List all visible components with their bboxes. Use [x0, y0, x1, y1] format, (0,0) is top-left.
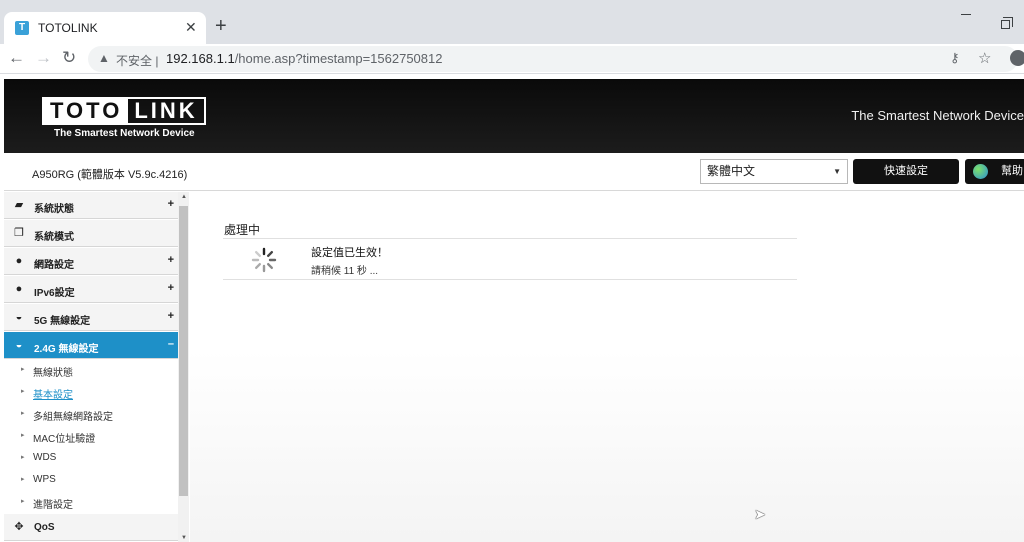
- submenu-multi-ssid[interactable]: ▸ 多組無線網路設定: [4, 403, 178, 425]
- expand-icon: +: [167, 282, 174, 294]
- sidebar-scrollbar[interactable]: ▲ ▼: [178, 192, 189, 542]
- globe-icon: [973, 164, 988, 179]
- sidebar-item-label: 網路設定: [34, 260, 74, 271]
- main-content: 處理中 設定值已生效！ 請稍候 11 秒 ...: [190, 192, 1024, 542]
- submenu-label: WDS: [33, 452, 57, 463]
- processing-message: 設定值已生效！: [311, 247, 388, 259]
- logo-tagline: The Smartest Network Device: [54, 128, 195, 139]
- scroll-up-icon[interactable]: ▲: [181, 194, 187, 200]
- sidebar-item-label: 2.4G 無線設定: [34, 344, 99, 355]
- totolink-logo: TOTO LINK The Smartest Network Device: [42, 97, 206, 139]
- submenu-label: 多組無線網路設定: [33, 412, 113, 423]
- sidebar-item-system-status[interactable]: ▰ 系統狀態 +: [4, 192, 178, 219]
- star-icon[interactable]: ☆: [978, 49, 991, 67]
- forward-arrow-icon[interactable]: →: [35, 49, 52, 67]
- browser-tabstrip: T TOTOLINK ✕ +: [0, 0, 1024, 44]
- language-value: 繁體中文: [707, 164, 756, 178]
- profile-icon[interactable]: [1010, 50, 1024, 66]
- info-bar: A950RG (範體版本 V5.9c.4216) 繁體中文 ▼ 快速設定 幫助: [4, 153, 1024, 191]
- sidebar-item-label: 5G 無線設定: [34, 316, 91, 327]
- qos-icon: ✥: [14, 521, 24, 533]
- countdown-text: 請稍候 11 秒 ...: [311, 266, 379, 277]
- submenu-label: 無線狀態: [33, 368, 73, 379]
- sidebar-item-system-mode[interactable]: ❐ 系統模式: [4, 220, 178, 247]
- loading-spinner-icon: [251, 247, 277, 273]
- globe-icon: ●: [15, 255, 23, 267]
- restore-window-icon[interactable]: [1001, 17, 1013, 29]
- sidebar-item-qos[interactable]: ✥ QoS: [4, 514, 178, 541]
- chevron-down-icon: ▼: [833, 167, 841, 176]
- submenu-wds[interactable]: ▸ WDS: [4, 447, 178, 469]
- sidebar: ▰ 系統狀態 + ❐ 系統模式 ● 網路設定 + ● IPv6設定 + ◒ 5G…: [4, 192, 178, 542]
- bullet-icon: ▸: [21, 476, 25, 483]
- submenu-mac-filter[interactable]: ▸ MAC位址驗證: [4, 425, 178, 447]
- tab-title: TOTOLINK: [38, 21, 98, 35]
- submenu-advanced[interactable]: ▸ 進階設定: [4, 491, 178, 513]
- mouse-cursor-icon: ➤: [754, 506, 766, 522]
- processing-box: 設定值已生效！ 請稍候 11 秒 ...: [223, 238, 797, 280]
- bullet-icon: ▸: [21, 498, 25, 505]
- submenu-label: 基本設定: [33, 390, 73, 401]
- model-version: A950RG (範體版本 V5.9c.4216): [32, 169, 188, 181]
- new-tab-button[interactable]: +: [215, 16, 227, 36]
- submenu-label: 進階設定: [33, 500, 73, 511]
- page-header: TOTO LINK The Smartest Network Device Th…: [4, 79, 1024, 153]
- reload-icon[interactable]: ↻: [62, 49, 76, 67]
- help-label: 幫助: [1001, 165, 1023, 177]
- chat-icon: ▰: [14, 199, 24, 211]
- warning-icon[interactable]: ▲: [98, 51, 110, 65]
- expand-icon: +: [167, 198, 174, 210]
- header-slogan: The Smartest Network Device: [851, 108, 1024, 123]
- address-bar[interactable]: ▲ 不安全 | 192.168.1.1/home.asp?timestamp=1…: [88, 46, 1018, 72]
- expand-icon: +: [167, 310, 174, 322]
- processing-title: 處理中: [224, 223, 261, 237]
- sidebar-item-2-4g-wireless[interactable]: ◒ 2.4G 無線設定 –: [4, 332, 178, 359]
- wifi-icon: ◒: [15, 311, 23, 323]
- collapse-icon: –: [167, 338, 174, 350]
- totolink-favicon-icon: T: [15, 21, 29, 35]
- browser-tab[interactable]: T TOTOLINK ✕: [4, 12, 206, 44]
- sidebar-item-label: 系統模式: [34, 232, 74, 243]
- sidebar-item-ipv6[interactable]: ● IPv6設定 +: [4, 276, 178, 303]
- submenu-wireless-status[interactable]: ▸ 無線狀態: [4, 359, 178, 381]
- windows-icon: ❐: [14, 227, 24, 239]
- back-arrow-icon[interactable]: ←: [8, 49, 25, 67]
- submenu-label: WPS: [33, 474, 56, 485]
- scrollbar-thumb[interactable]: [179, 206, 188, 496]
- language-select[interactable]: 繁體中文 ▼: [700, 159, 848, 184]
- sidebar-item-5g-wireless[interactable]: ◒ 5G 無線設定 +: [4, 304, 178, 331]
- sidebar-item-label: QoS: [34, 522, 55, 533]
- bullet-icon: ▸: [21, 410, 25, 417]
- quick-setup-button[interactable]: 快速設定: [853, 159, 959, 184]
- browser-toolbar: ← → ↻ ▲ 不安全 | 192.168.1.1/home.asp?times…: [0, 44, 1024, 74]
- submenu-basic-settings[interactable]: ▸ 基本設定: [4, 381, 178, 403]
- insecure-label: 不安全 |: [116, 54, 159, 68]
- ipv6-icon: ●: [15, 283, 23, 295]
- sidebar-item-label: IPv6設定: [34, 288, 75, 299]
- close-icon[interactable]: ✕: [185, 19, 197, 36]
- help-button[interactable]: 幫助: [965, 159, 1024, 184]
- submenu-wps[interactable]: ▸ WPS: [4, 469, 178, 491]
- scroll-down-icon[interactable]: ▼: [181, 535, 187, 541]
- bullet-icon: ▸: [21, 454, 25, 461]
- logo-link: LINK: [134, 98, 198, 123]
- bullet-icon: ▸: [21, 432, 25, 439]
- wifi-icon: ◒: [15, 339, 23, 351]
- bullet-icon: ▸: [21, 366, 25, 373]
- sidebar-item-label: 系統狀態: [34, 204, 74, 215]
- expand-icon: +: [167, 254, 174, 266]
- logo-toto: TOTO: [44, 99, 129, 123]
- sidebar-item-network[interactable]: ● 網路設定 +: [4, 248, 178, 275]
- router-page: TOTO LINK The Smartest Network Device Th…: [4, 79, 1024, 542]
- key-icon[interactable]: ⚷: [950, 50, 960, 66]
- submenu-label: MAC位址驗證: [33, 434, 96, 445]
- bullet-icon: ▸: [21, 388, 25, 395]
- url-text[interactable]: 192.168.1.1/home.asp?timestamp=156275081…: [166, 51, 442, 66]
- minimize-icon[interactable]: [961, 14, 971, 15]
